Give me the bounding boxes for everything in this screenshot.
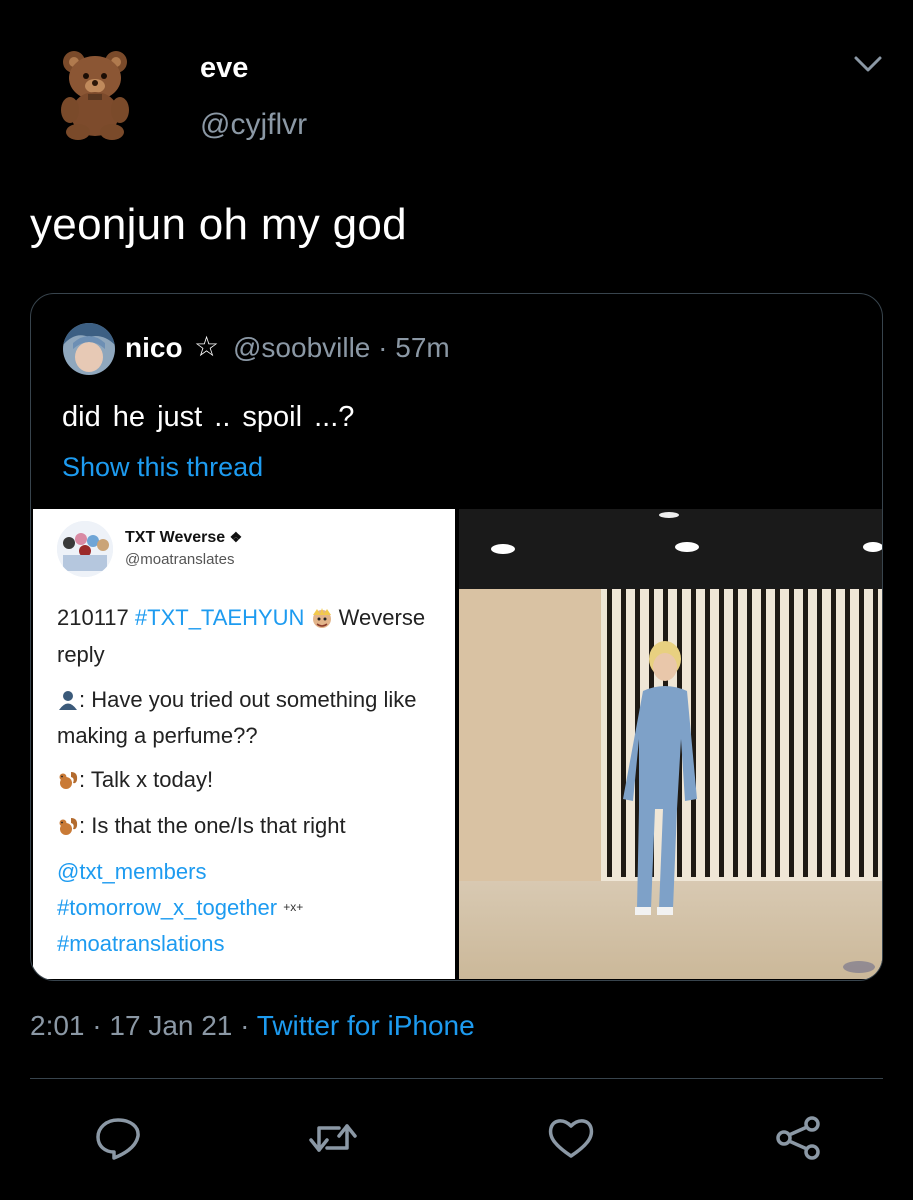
avatar[interactable]	[58, 48, 142, 140]
star-icon: ☆	[194, 331, 220, 362]
mention-link[interactable]: @txt_members	[57, 859, 206, 885]
user-handle[interactable]: @cyjflvr	[200, 108, 307, 142]
like-icon[interactable]	[543, 1110, 599, 1166]
hashtag-link-2[interactable]: #tomorrow_x_together +x+	[57, 895, 303, 921]
quote-tweet-card[interactable]: nico ☆ @soobville · 57m did he just .. s…	[30, 293, 883, 981]
media-image-translation[interactable]: TXT Weverse ❖ @moatranslates 210117 #TXT…	[33, 509, 455, 979]
account-name: TXT Weverse ❖	[125, 529, 243, 546]
display-name[interactable]: eve	[200, 52, 248, 85]
share-icon[interactable]	[770, 1110, 826, 1166]
source-link[interactable]: Twitter for iPhone	[257, 1010, 475, 1041]
show-thread-link[interactable]: Show this thread	[62, 452, 263, 483]
tweet-text: yeonjun oh my god	[30, 200, 407, 249]
post-line-3: : Have you tried out something like	[57, 687, 417, 713]
hashtag-link[interactable]: #TXT_TAEHYUN	[135, 605, 305, 630]
retweet-icon[interactable]	[305, 1110, 361, 1166]
squirrel-icon	[57, 815, 79, 837]
chevron-down-icon[interactable]	[850, 52, 886, 76]
quote-handle[interactable]: @soobville · 57m	[233, 332, 450, 364]
divider	[30, 1078, 883, 1079]
quote-text: did he just .. spoil ...?	[62, 401, 355, 433]
timestamp: 2:01	[30, 1010, 85, 1041]
post-line-1: 210117 #TXT_TAEHYUN Weverse	[57, 605, 426, 630]
post-line-4: making a perfume??	[57, 723, 258, 748]
tweet-meta: 2:01 · 17 Jan 21 · Twitter for iPhone	[30, 1010, 475, 1041]
date: 17 Jan 21	[109, 1010, 233, 1041]
post-line-6: : Is that the one/Is that right	[57, 813, 346, 839]
reply-icon[interactable]	[90, 1110, 146, 1166]
media-image-photo[interactable]	[459, 509, 882, 979]
hashtag-link-3[interactable]: #moatranslations	[57, 931, 225, 957]
character-emoji-icon	[311, 607, 333, 629]
squirrel-icon	[57, 769, 79, 791]
account-handle: @moatranslates	[125, 551, 235, 568]
post-line-5: : Talk x today!	[57, 767, 213, 793]
account-avatar	[57, 521, 113, 577]
quote-display-name[interactable]: nico	[125, 332, 183, 364]
quote-avatar[interactable]	[63, 323, 115, 375]
post-line-2: reply	[57, 642, 105, 667]
user-silhouette-icon	[57, 689, 79, 711]
